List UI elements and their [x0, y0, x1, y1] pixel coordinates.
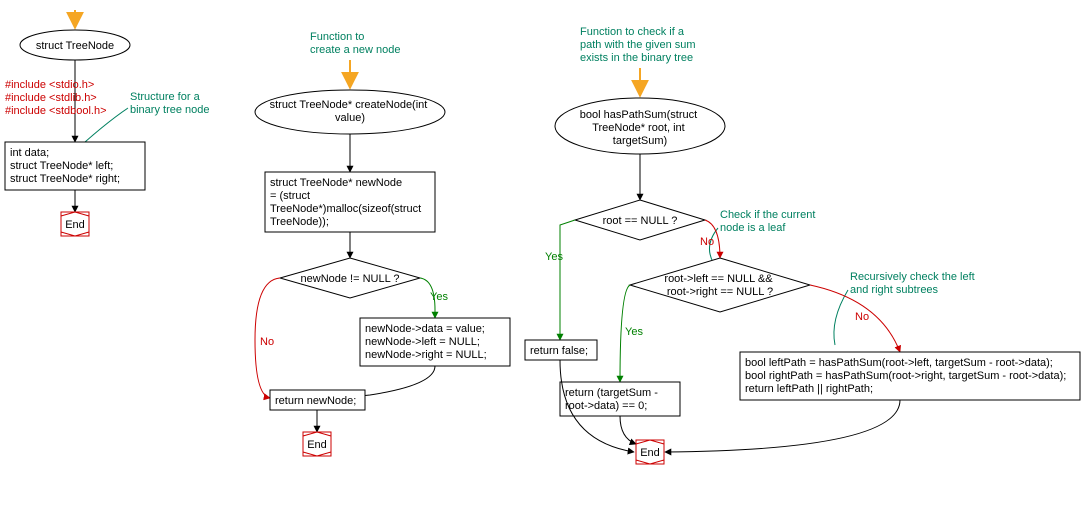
comment-create: Function to create a new node — [310, 31, 401, 56]
end-label: End — [640, 447, 660, 459]
yes-label: Yes — [430, 291, 448, 303]
end-label: End — [65, 219, 85, 231]
end-node: End — [303, 432, 331, 456]
assign-text: newNode->data = value; newNode->left = N… — [365, 323, 488, 361]
yes-label: Yes — [545, 251, 563, 263]
edge — [620, 416, 636, 444]
flow-col2: Function to create a new node struct Tre… — [255, 31, 510, 456]
end-node: End — [636, 440, 664, 464]
cond-label: newNode != NULL ? — [301, 273, 400, 285]
edge — [665, 400, 900, 452]
cond2-diamond — [630, 258, 810, 312]
no-label: No — [855, 311, 869, 323]
flow-col1: struct TreeNode #include <stdio.h> #incl… — [5, 10, 210, 236]
flow-col3: Function to check if a path with the giv… — [525, 26, 1080, 464]
includes-block: #include <stdio.h> #include <stdlib.h> #… — [5, 79, 107, 117]
edge-yes — [560, 220, 575, 340]
end-label: End — [307, 439, 327, 451]
comment-connector — [834, 290, 848, 345]
start-label: struct TreeNode — [36, 40, 114, 52]
return-leaf-label: return (targetSum - root->data) == 0; — [565, 387, 661, 412]
comment-leaf: Check if the current node is a leaf — [720, 209, 818, 234]
return-label: return newNode; — [275, 395, 356, 407]
comment-haspath: Function to check if a path with the giv… — [580, 26, 699, 64]
cond1-label: root == NULL ? — [603, 215, 678, 227]
comment-structure: Structure for a binary tree node — [130, 91, 210, 116]
comment-recur: Recursively check the left and right sub… — [850, 271, 978, 296]
cond2-label: root->left == NULL && root->right == NUL… — [664, 273, 775, 298]
end-node: End — [61, 212, 89, 236]
no-label: No — [700, 236, 714, 248]
return-false-label: return false; — [530, 345, 588, 357]
no-label: No — [260, 336, 274, 348]
yes-label: Yes — [625, 326, 643, 338]
